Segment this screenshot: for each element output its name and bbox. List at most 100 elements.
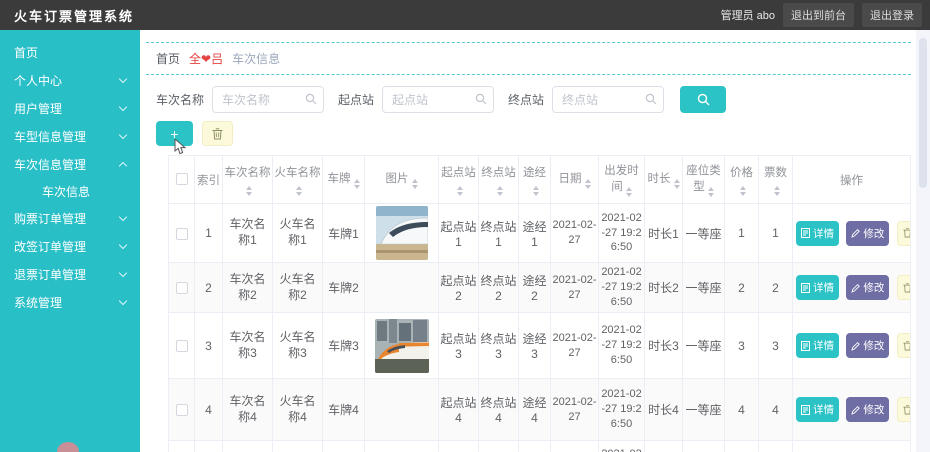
sort-icon[interactable] bbox=[774, 185, 780, 196]
topbar-right: 管理员 abo 退出到前台 退出登录 bbox=[721, 3, 922, 27]
col-train-number: 车次名称 bbox=[222, 155, 273, 204]
search-icon bbox=[305, 93, 317, 105]
breadcrumb-home[interactable]: 首页 bbox=[156, 50, 180, 67]
detail-button[interactable]: 详情 bbox=[796, 275, 839, 300]
edit-button[interactable]: 修改 bbox=[846, 397, 890, 422]
col-actions: 操作 bbox=[792, 155, 911, 204]
origin-station-input-wrap bbox=[382, 86, 495, 113]
sidebar-item-label: 退票订单管理 bbox=[14, 267, 87, 282]
chevron-down-icon bbox=[118, 240, 128, 249]
sort-icon[interactable] bbox=[411, 179, 418, 189]
row-checkbox[interactable] bbox=[175, 340, 188, 353]
batch-delete-button[interactable] bbox=[202, 121, 233, 146]
document-icon bbox=[801, 228, 810, 238]
col-seat-type: 座位类型 bbox=[682, 155, 725, 204]
col-tickets: 票数 bbox=[758, 155, 793, 204]
table-row: 5 车次名称5 火车名称5 车牌5 起点站5 终点站5 途经5 2021-02-… bbox=[168, 440, 911, 452]
col-index: 索引 bbox=[194, 155, 223, 204]
sidebar-item-refund-order-management[interactable]: 退票订单管理 bbox=[0, 260, 140, 288]
sidebar-item-label: 用户管理 bbox=[14, 101, 63, 116]
sidebar-item-user-management[interactable]: 用户管理 bbox=[0, 94, 140, 122]
chevron-down-icon bbox=[118, 212, 128, 221]
table-toolbar: + bbox=[156, 121, 916, 155]
main-content: 首页 全❤吕 车次信息 车次名称 起点站 终点站 bbox=[140, 30, 916, 452]
sort-icon[interactable] bbox=[497, 185, 503, 196]
sort-icon[interactable] bbox=[246, 185, 252, 196]
current-user-label: 管理员 abo bbox=[720, 10, 775, 22]
col-depart-time: 出发时间 bbox=[598, 155, 645, 204]
sidebar-item-rebooking-order-management[interactable]: 改签订单管理 bbox=[0, 232, 140, 260]
search-icon bbox=[645, 93, 657, 105]
search-icon bbox=[475, 93, 487, 105]
document-icon bbox=[801, 404, 810, 415]
sidebar-item-label: 首页 bbox=[14, 45, 39, 60]
app-window: 火车订票管理系统 管理员 abo 退出到前台 退出登录 首页 个人中心 用户管理… bbox=[0, 0, 930, 452]
delete-button[interactable]: 删除 bbox=[896, 333, 910, 358]
col-plate: 车牌 bbox=[322, 155, 365, 204]
decorative-dot bbox=[57, 442, 79, 452]
row-checkbox[interactable] bbox=[175, 227, 188, 240]
sidebar-item-train-model-management[interactable]: 车型信息管理 bbox=[0, 122, 140, 150]
destination-station-input-wrap bbox=[552, 86, 665, 113]
train-number-label: 车次名称 bbox=[156, 93, 205, 107]
chevron-down-icon bbox=[118, 268, 128, 277]
detail-button[interactable]: 详情 bbox=[796, 397, 839, 422]
chevron-down-icon bbox=[118, 130, 128, 139]
table-row: 2 车次名称2 火车名称2 车牌2 起点站2 终点站2 途经2 2021-02-… bbox=[168, 262, 911, 313]
breadcrumb-current: 车次信息 bbox=[232, 52, 281, 66]
scrollbar-thumb[interactable] bbox=[919, 38, 927, 188]
sidebar-item-home[interactable]: 首页 bbox=[0, 38, 140, 66]
row-checkbox[interactable] bbox=[175, 404, 188, 417]
sort-icon[interactable] bbox=[740, 185, 746, 196]
chevron-up-icon bbox=[118, 161, 128, 170]
origin-station-label: 起点站 bbox=[338, 93, 375, 107]
search-bar: 车次名称 起点站 终点站 bbox=[156, 86, 916, 113]
sort-icon[interactable] bbox=[353, 179, 360, 189]
page-scrollbar[interactable] bbox=[916, 30, 930, 452]
sort-icon[interactable] bbox=[707, 187, 714, 197]
add-button[interactable]: + bbox=[156, 121, 193, 155]
breadcrumb: 首页 全❤吕 车次信息 bbox=[146, 42, 911, 75]
delete-button[interactable]: 删除 bbox=[896, 275, 910, 300]
sidebar-item-train-info-management[interactable]: 车次信息管理 bbox=[0, 150, 140, 178]
sort-icon[interactable] bbox=[457, 185, 463, 196]
edit-button[interactable]: 修改 bbox=[846, 275, 890, 300]
col-price: 价格 bbox=[724, 155, 759, 204]
sidebar-item-personal-center[interactable]: 个人中心 bbox=[0, 66, 140, 94]
row-checkbox[interactable] bbox=[175, 282, 188, 295]
edit-button[interactable]: 修改 bbox=[846, 220, 890, 246]
sidebar-item-system-management[interactable]: 系统管理 bbox=[0, 288, 140, 316]
sidebar-item-label: 个人中心 bbox=[14, 73, 63, 88]
edit-button[interactable]: 修改 bbox=[846, 333, 890, 358]
col-duration: 时长 bbox=[644, 155, 683, 204]
col-destination: 终点站 bbox=[478, 155, 519, 204]
document-icon bbox=[801, 340, 810, 351]
pencil-icon bbox=[851, 405, 861, 415]
col-origin: 起点站 bbox=[438, 155, 479, 204]
sidebar-item-ticket-order-management[interactable]: 购票订单管理 bbox=[0, 204, 140, 232]
sort-icon[interactable] bbox=[584, 179, 591, 189]
detail-button[interactable]: 详情 bbox=[796, 220, 839, 246]
exit-to-front-button[interactable]: 退出到前台 bbox=[783, 3, 854, 27]
table-row: 1 车次名称1 火车名称1 车牌1 起点站1 终点站1 途经1 2021-02-… bbox=[168, 203, 911, 263]
select-all-checkbox[interactable] bbox=[175, 173, 188, 186]
white-bullet-train-photo bbox=[375, 206, 428, 260]
col-date: 日期 bbox=[550, 155, 599, 204]
trash-icon bbox=[212, 127, 223, 139]
sidebar-nav: 首页 个人中心 用户管理 车型信息管理 车次信息管理 车次信息 购票订单管理 改… bbox=[0, 30, 140, 452]
logout-button[interactable]: 退出登录 bbox=[862, 3, 922, 27]
col-via: 途经 bbox=[518, 155, 551, 204]
detail-button[interactable]: 详情 bbox=[796, 333, 839, 358]
destination-station-label: 终点站 bbox=[508, 93, 545, 107]
sidebar-subitem-train-info[interactable]: 车次信息 bbox=[0, 178, 140, 204]
sort-icon[interactable] bbox=[533, 185, 539, 196]
table-row: 4 车次名称4 火车名称4 车牌4 起点站4 终点站4 途经4 2021-02-… bbox=[168, 378, 911, 441]
sort-icon[interactable] bbox=[625, 187, 632, 197]
delete-button[interactable]: 删除 bbox=[896, 397, 910, 422]
sidebar-subitem-label: 车次信息 bbox=[42, 184, 91, 199]
sort-icon[interactable] bbox=[296, 185, 302, 196]
search-button[interactable] bbox=[680, 86, 727, 113]
train-info-table: 索引 车次名称 火车名称 车牌 图片 起点站 终点站 途经 日期 出发时间 时长… bbox=[168, 155, 911, 452]
sort-icon[interactable] bbox=[673, 179, 680, 189]
delete-button[interactable]: 删除 bbox=[896, 220, 910, 246]
